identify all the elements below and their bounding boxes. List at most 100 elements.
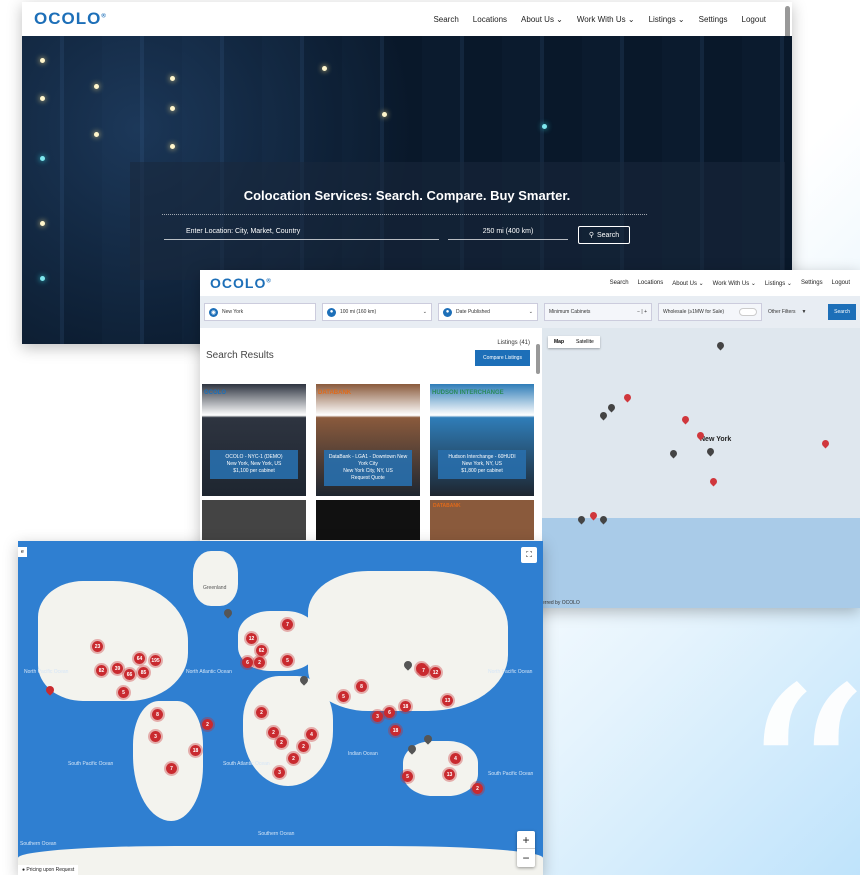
map-pin[interactable]	[622, 392, 633, 403]
cluster-marker[interactable]: 5	[336, 689, 351, 704]
results-title: Search Results	[206, 350, 274, 361]
cluster-marker[interactable]: 64	[132, 651, 147, 666]
other-filters-button[interactable]: Other Filters	[768, 309, 796, 315]
ocolo-logo[interactable]: OCOLO®	[34, 9, 107, 29]
pricing-note: ● Pricing upon Request	[18, 865, 79, 875]
cluster-marker[interactable]: 2	[470, 781, 485, 796]
nav-about[interactable]: About Us ⌄	[521, 15, 563, 24]
map-pin[interactable]	[668, 448, 679, 459]
results-map[interactable]: Map Satellite New York erred by OCOLO	[542, 328, 860, 608]
cluster-marker[interactable]: 6	[382, 705, 397, 720]
cluster-marker[interactable]: 3	[272, 765, 287, 780]
map-credit: erred by OCOLO	[542, 600, 580, 606]
location-input[interactable]: Enter Location: City, Market, Country	[164, 228, 439, 240]
cluster-marker[interactable]: 18	[188, 743, 203, 758]
filter-search-button[interactable]: Search	[828, 304, 856, 320]
search-button[interactable]: ⚲ Search	[578, 226, 630, 244]
search-button-label: Search	[596, 231, 620, 239]
nav-listings[interactable]: Listings ⌄	[649, 15, 685, 24]
server-light	[40, 58, 45, 63]
tab-satellite[interactable]: Satellite	[570, 336, 600, 348]
location-icon: ◉	[209, 307, 218, 317]
cluster-marker[interactable]: 66	[122, 667, 137, 682]
listing-image	[202, 384, 306, 496]
filter-icon: ▼	[801, 309, 807, 315]
map-pin[interactable]	[705, 446, 716, 457]
results-scrollbar[interactable]	[536, 344, 540, 374]
listing-card[interactable]: DATABANK	[430, 500, 534, 540]
cluster-marker[interactable]: 7	[280, 617, 295, 632]
date-filter[interactable]: ● Date Published ⌄	[438, 303, 538, 321]
cluster-marker[interactable]: 5	[400, 769, 415, 784]
cluster-marker[interactable]: 82	[94, 663, 109, 678]
cluster-marker[interactable]: 18	[388, 723, 403, 738]
minimum-cabinets-filter[interactable]: Minimum Cabinets − | +	[544, 303, 652, 321]
nav-locations[interactable]: Locations	[473, 15, 507, 24]
map-pin[interactable]	[820, 438, 831, 449]
nav-work-with-us[interactable]: Work With Us ⌄	[577, 15, 635, 24]
ocean-label: North Atlantic Ocean	[186, 669, 232, 675]
listing-card[interactable]	[202, 500, 306, 540]
listing-card[interactable]: OCOLO OCOLO - NYC-1 (DEMO) New York, New…	[202, 384, 306, 496]
tab-map[interactable]: Map	[548, 336, 570, 348]
cluster-marker[interactable]: 23	[90, 639, 105, 654]
cluster-marker[interactable]: 2	[274, 735, 289, 750]
world-map-screenshot[interactable]: Greenland North Pacific Ocean North Atla…	[18, 541, 543, 875]
cluster-marker[interactable]: 7	[164, 761, 179, 776]
compare-listings-button[interactable]: Compare Listings	[475, 350, 530, 366]
cluster-marker[interactable]: 85	[136, 665, 151, 680]
cluster-marker[interactable]: 2	[200, 717, 215, 732]
zoom-in-button[interactable]: +	[517, 831, 535, 849]
map-pin[interactable]	[715, 340, 726, 351]
map-pin[interactable]	[708, 476, 719, 487]
cluster-marker[interactable]: 2	[286, 751, 301, 766]
map-pin[interactable]	[680, 414, 691, 425]
nav-settings[interactable]: Settings	[801, 280, 823, 287]
cluster-marker[interactable]: 4	[448, 751, 463, 766]
nav-listings[interactable]: Listings ⌄	[765, 280, 792, 287]
cluster-marker[interactable]: 5	[116, 685, 131, 700]
server-light	[94, 132, 99, 137]
radius-select[interactable]: 250 mi (400 km)	[448, 228, 568, 240]
server-light	[170, 106, 175, 111]
cluster-marker[interactable]: 18	[398, 699, 413, 714]
listing-cards-row-2: DATABANK	[202, 500, 534, 540]
listing-card[interactable]	[316, 500, 420, 540]
cluster-marker[interactable]: 8	[150, 707, 165, 722]
fullscreen-button[interactable]: ⛶	[521, 547, 537, 563]
zoom-out-button[interactable]: −	[517, 849, 535, 867]
cluster-marker[interactable]: 5	[280, 653, 295, 668]
nav-about[interactable]: About Us ⌄	[672, 280, 703, 287]
map-pin[interactable]	[606, 402, 617, 413]
land-antarctica	[18, 846, 543, 875]
listing-card[interactable]: DATABANK DataBank - LGA1 - Downtown New …	[316, 384, 420, 496]
cluster-marker[interactable]: 195	[148, 653, 163, 668]
nav-logout[interactable]: Logout	[742, 15, 766, 24]
nav-logout[interactable]: Logout	[832, 280, 850, 287]
nav-locations[interactable]: Locations	[638, 280, 664, 287]
map-pin[interactable]	[222, 607, 234, 619]
ocolo-logo[interactable]: OCOLO®	[210, 275, 272, 291]
cluster-marker[interactable]: 12	[428, 665, 443, 680]
nav-search[interactable]: Search	[433, 15, 458, 24]
cluster-marker[interactable]: 8	[354, 679, 369, 694]
cluster-marker[interactable]: 3	[148, 729, 163, 744]
cluster-marker[interactable]: 2	[254, 705, 269, 720]
cluster-marker[interactable]: 2	[252, 655, 267, 670]
toggle-switch[interactable]	[739, 308, 757, 316]
nav-settings[interactable]: Settings	[699, 15, 728, 24]
nav-work-with-us[interactable]: Work With Us ⌄	[713, 280, 756, 287]
map-pin[interactable]	[598, 410, 609, 421]
ocean-label: North Pacific Ocean	[24, 669, 69, 675]
stepper-icon: − | +	[637, 309, 647, 315]
radius-filter[interactable]: ● 100 mi (160 km) ⌄	[322, 303, 432, 321]
cluster-marker[interactable]: 13	[442, 767, 457, 782]
listing-cards: OCOLO OCOLO - NYC-1 (DEMO) New York, New…	[202, 384, 534, 496]
decorative-quote-mark: “	[737, 634, 860, 875]
cluster-marker[interactable]: 13	[440, 693, 455, 708]
listing-caption: OCOLO - NYC-1 (DEMO) New York, New York,…	[210, 450, 298, 479]
location-filter[interactable]: ◉ New York	[204, 303, 316, 321]
listing-card[interactable]: HUDSON INTERCHANGE Hudson Interchange - …	[430, 384, 534, 496]
nav-search[interactable]: Search	[610, 280, 629, 287]
wholesale-toggle[interactable]: Wholesale (≥1MW for Sale)	[658, 303, 762, 321]
